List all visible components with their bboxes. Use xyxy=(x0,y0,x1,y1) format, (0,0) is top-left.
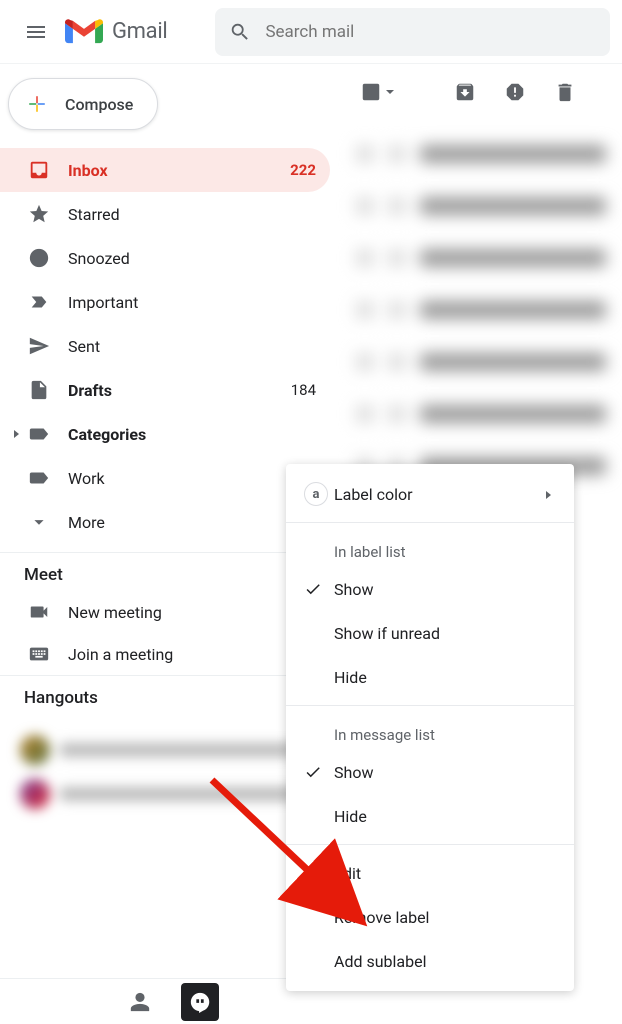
menu-label: Hide xyxy=(334,668,556,687)
color-badge-icon: a xyxy=(304,482,328,506)
menu-heading-message-list: In message list xyxy=(286,712,574,750)
keyboard-icon xyxy=(28,643,50,665)
plus-icon xyxy=(23,90,51,118)
label-context-menu: a Label color In label list Show Show if… xyxy=(286,464,574,991)
mail-row[interactable] xyxy=(340,180,622,232)
select-icon xyxy=(360,81,382,103)
nav-important[interactable]: Important xyxy=(0,280,330,324)
gmail-wordmark: Gmail xyxy=(112,19,167,44)
menu-heading-label-list: In label list xyxy=(286,529,574,567)
check-icon xyxy=(304,763,334,781)
sent-icon xyxy=(28,335,50,357)
mail-row[interactable] xyxy=(340,284,622,336)
header: Gmail xyxy=(0,0,622,64)
select-all-button[interactable] xyxy=(360,81,394,103)
nav-label: Important xyxy=(68,293,316,312)
person-icon xyxy=(129,991,151,1013)
chevron-down-icon xyxy=(28,511,50,533)
nav-work[interactable]: Work xyxy=(0,456,330,500)
menu-hide-message-list[interactable]: Hide xyxy=(286,794,574,838)
menu-show-label-list[interactable]: Show xyxy=(286,567,574,611)
main-menu-button[interactable] xyxy=(12,8,60,56)
search-input[interactable] xyxy=(265,22,596,42)
toolbar xyxy=(340,64,622,120)
check-icon xyxy=(304,580,334,598)
nav-more[interactable]: More xyxy=(0,500,330,544)
delete-button[interactable] xyxy=(554,81,576,103)
video-icon xyxy=(28,601,50,623)
nav-label: Starred xyxy=(68,205,316,224)
drafts-icon xyxy=(28,379,50,401)
nav-label: Snoozed xyxy=(68,249,316,268)
menu-label: Add sublabel xyxy=(334,952,556,971)
mail-row[interactable] xyxy=(340,388,622,440)
menu-label: Remove label xyxy=(334,908,556,927)
archive-button[interactable] xyxy=(454,81,476,103)
menu-divider xyxy=(286,844,574,845)
label-icon xyxy=(28,423,50,445)
search-icon xyxy=(229,21,251,43)
report-spam-button[interactable] xyxy=(504,81,526,103)
menu-show-if-unread[interactable]: Show if unread xyxy=(286,611,574,655)
hangouts-quote-icon xyxy=(189,991,211,1013)
menu-add-sublabel[interactable]: Add sublabel xyxy=(286,939,574,983)
caret-down-icon xyxy=(386,90,394,94)
nav-starred[interactable]: Starred xyxy=(0,192,330,236)
menu-remove-label[interactable]: Remove label xyxy=(286,895,574,939)
nav-drafts[interactable]: Drafts 184 xyxy=(0,368,330,412)
hangouts-contact[interactable] xyxy=(20,778,320,810)
contacts-tab[interactable] xyxy=(121,983,159,1021)
hangouts-tab[interactable] xyxy=(181,983,219,1021)
menu-label-color[interactable]: a Label color xyxy=(286,472,574,516)
important-icon xyxy=(28,291,50,313)
nav-label: Work xyxy=(68,469,316,488)
menu-label: Show xyxy=(334,763,556,782)
nav-label: Inbox xyxy=(68,161,290,180)
mail-row[interactable] xyxy=(340,336,622,388)
expand-arrow-icon xyxy=(10,429,24,439)
compose-label: Compose xyxy=(65,95,133,114)
menu-label: Show if unread xyxy=(334,624,556,643)
menu-label: Hide xyxy=(334,807,556,826)
nav-count: 222 xyxy=(290,161,316,179)
menu-label: Label color xyxy=(334,485,544,504)
nav-categories[interactable]: Categories xyxy=(0,412,330,456)
menu-label: Show xyxy=(334,580,556,599)
inbox-icon xyxy=(28,159,50,181)
nav-sent[interactable]: Sent xyxy=(0,324,330,368)
search-bar[interactable] xyxy=(215,8,610,56)
menu-edit[interactable]: Edit xyxy=(286,851,574,895)
menu-label: Edit xyxy=(334,864,556,883)
menu-divider xyxy=(286,705,574,706)
mail-row[interactable] xyxy=(340,128,622,180)
nav-snoozed[interactable]: Snoozed xyxy=(0,236,330,280)
compose-button[interactable]: Compose xyxy=(8,78,158,130)
nav-label: Drafts xyxy=(68,381,291,400)
menu-divider xyxy=(286,522,574,523)
menu-hide-label-list[interactable]: Hide xyxy=(286,655,574,699)
meet-label: New meeting xyxy=(68,603,162,622)
gmail-logo[interactable]: Gmail xyxy=(64,12,167,52)
nav-count: 184 xyxy=(291,381,316,399)
clock-icon xyxy=(28,247,50,269)
nav-inbox[interactable]: Inbox 222 xyxy=(0,148,330,192)
nav-label: Categories xyxy=(68,425,316,444)
mail-row[interactable] xyxy=(340,232,622,284)
star-icon xyxy=(28,203,50,225)
nav-label: More xyxy=(68,513,316,532)
chevron-right-icon xyxy=(544,485,556,504)
meet-label: Join a meeting xyxy=(68,645,173,664)
menu-show-message-list[interactable]: Show xyxy=(286,750,574,794)
label-icon xyxy=(28,467,50,489)
nav-label: Sent xyxy=(68,337,316,356)
hamburger-icon xyxy=(24,20,48,44)
gmail-m-icon xyxy=(64,12,104,52)
hangouts-contact[interactable] xyxy=(20,734,320,766)
